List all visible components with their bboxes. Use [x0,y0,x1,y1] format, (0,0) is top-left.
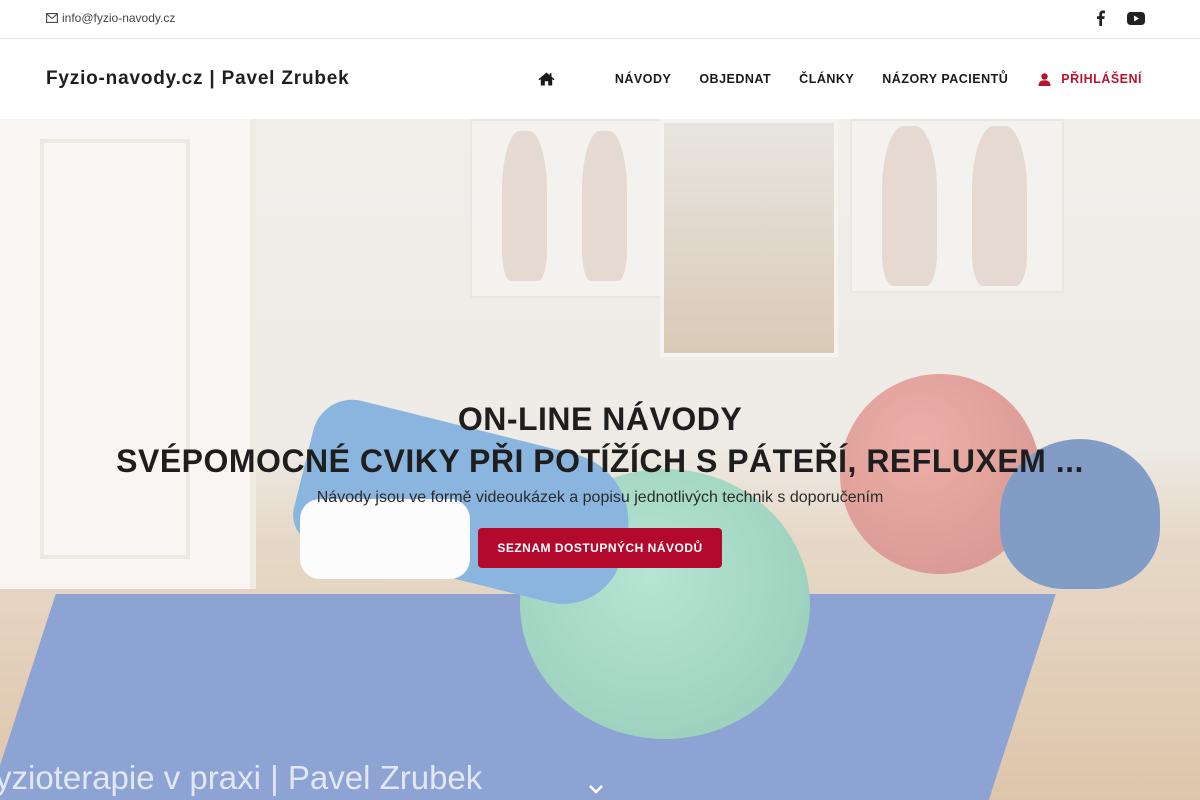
social-links [1091,9,1145,27]
top-bar: info@fyzio-navody.cz [0,0,1200,39]
nav-item-nazory-pacientu[interactable]: NÁZORY PACIENTŮ [882,72,1008,86]
login-label: PŘIHLÁŠENÍ [1061,72,1142,86]
hero-title-line1: ON-LINE NÁVODY [457,401,743,437]
main-nav: NÁVODY OBJEDNAT ČLÁNKY NÁZORY PACIENTŮ P… [538,39,1142,119]
nav-item-objednat[interactable]: OBJEDNAT [699,72,771,86]
hero-section: yzioterapie v praxi | Pavel Zrubek ON-LI… [0,119,1200,800]
user-icon [1038,72,1051,86]
site-brand[interactable]: Fyzio-navody.cz | Pavel Zrubek [46,68,350,90]
nav-item-clanky[interactable]: ČLÁNKY [799,72,854,86]
mail-icon [46,13,58,23]
main-header: Fyzio-navody.cz | Pavel Zrubek NÁVODY OB… [0,39,1200,119]
youtube-icon[interactable] [1127,9,1145,27]
login-link[interactable]: PŘIHLÁŠENÍ [1038,72,1142,86]
hero-subtitle: Návody jsou ve formě videoukázek a popis… [316,489,884,506]
guides-list-button[interactable]: SEZNAM DOSTUPNÝCH NÁVODŮ [478,528,722,568]
facebook-icon[interactable] [1091,9,1109,27]
nav-item-navody[interactable]: NÁVODY [615,72,671,86]
chevron-down-icon[interactable] [588,781,604,797]
hero-title-line2: SVÉPOMOCNÉ CVIKY PŘI POTÍŽÍCH S PÁTEŘÍ, … [116,443,1084,479]
home-icon[interactable] [538,72,555,86]
contact-email[interactable]: info@fyzio-navody.cz [46,11,175,25]
contact-email-text: info@fyzio-navody.cz [62,11,176,25]
